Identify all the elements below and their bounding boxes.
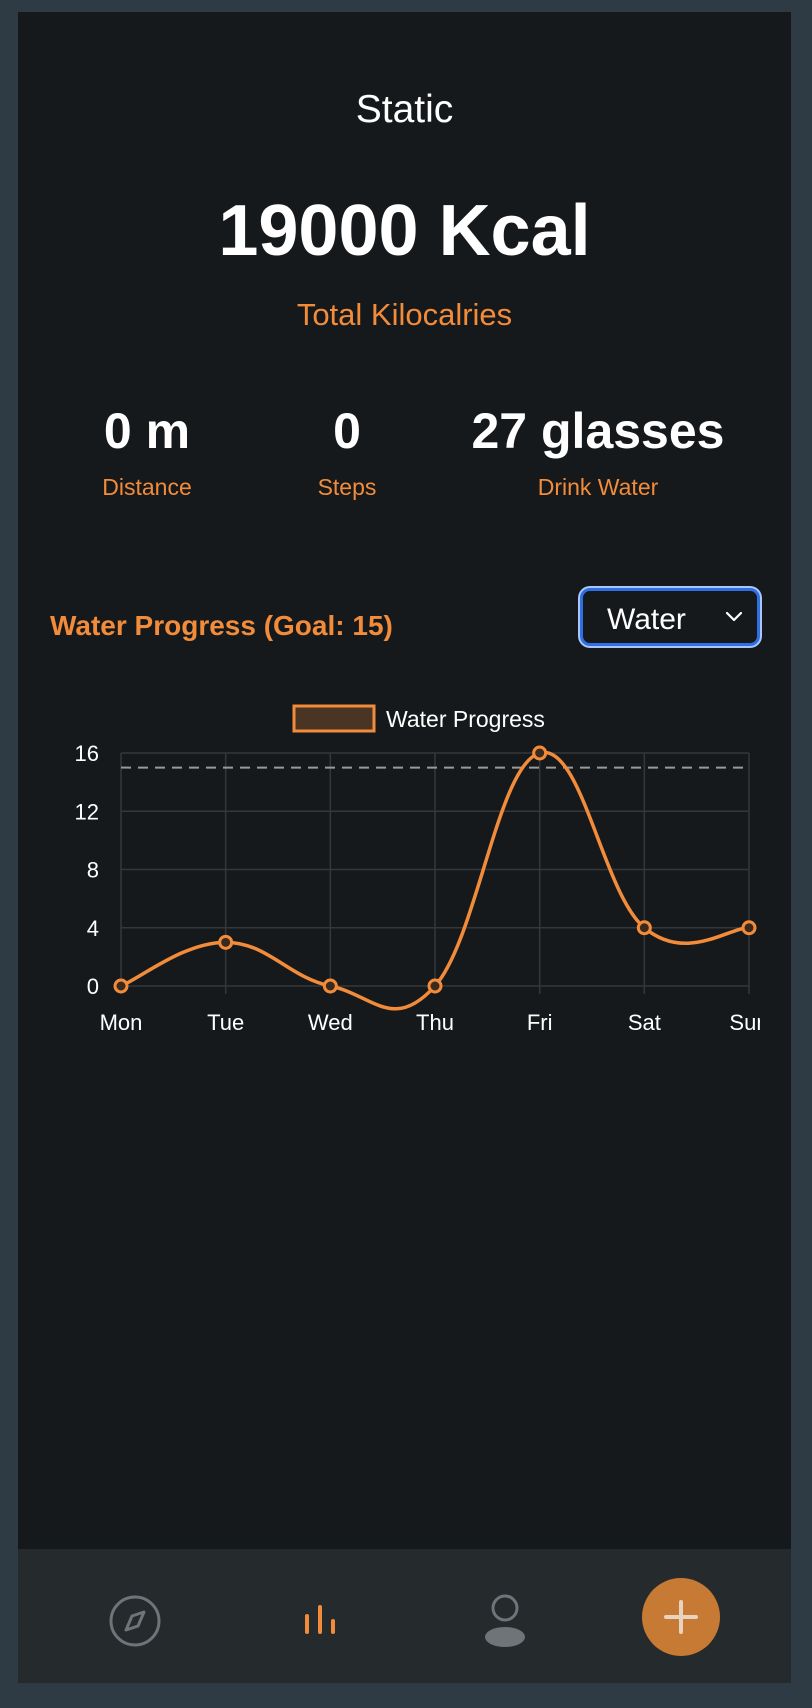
page-title: Static: [355, 88, 454, 131]
total-kcal-value: 19000 Kcal: [218, 191, 591, 271]
compass-icon: [109, 1595, 161, 1647]
stat-drink-water-label: Drink Water: [537, 474, 659, 500]
bar-chart-icon: [305, 1605, 335, 1634]
stat-steps-label: Steps: [317, 474, 377, 500]
metric-select-value: Water: [607, 603, 686, 636]
y-tick-label: 16: [75, 741, 99, 766]
metric-select[interactable]: Water: [580, 588, 760, 646]
stat-steps-value: 0: [333, 403, 361, 459]
chevron-down-icon: [725, 611, 743, 622]
data-point: [322, 978, 338, 994]
stat-steps: 0 Steps: [260, 402, 434, 501]
data-point: [427, 978, 443, 994]
total-kcal-label: Total Kilocalries: [296, 297, 513, 332]
app-screen: Static 19000 Kcal Total Kilocalries 0 m …: [18, 12, 791, 1683]
tab-explore[interactable]: [90, 1549, 180, 1683]
x-tick-label: Fri: [527, 1010, 553, 1035]
add-button[interactable]: [642, 1578, 720, 1656]
stat-distance-value: 0 m: [103, 403, 191, 459]
data-point: [532, 745, 548, 761]
y-tick-label: 12: [75, 799, 99, 824]
stat-distance-label: Distance: [102, 474, 192, 500]
water-progress-chart: 0 4 8 12 16 Mon Tue Wed Thu Fri Sat Sun Water Progre…: [48, 667, 769, 1042]
data-point: [113, 978, 129, 994]
x-tick-label: Sun: [729, 1010, 760, 1035]
x-tick-label: Tue: [207, 1010, 244, 1035]
x-tick-label: Thu: [416, 1010, 454, 1035]
y-tick-label: 0: [87, 974, 99, 999]
stat-drink-water: 27 glasses Drink Water: [438, 402, 758, 501]
data-point: [741, 920, 757, 936]
chart-svg: 0 4 8 12 16 Mon Tue Wed Thu Fri Sat Sun Water Progre…: [75, 704, 769, 1035]
progress-title: Water Progress (Goal: 15): [50, 610, 393, 641]
tab-stats[interactable]: [273, 1549, 363, 1683]
y-tick-label: 8: [87, 858, 99, 883]
x-tick-label: Sat: [628, 1010, 661, 1035]
legend-label: Water Progress: [386, 706, 545, 732]
legend-swatch: [292, 704, 376, 733]
x-tick-label: Mon: [100, 1010, 143, 1035]
tab-profile[interactable]: [460, 1549, 550, 1683]
data-point: [218, 934, 234, 950]
x-tick-label: Wed: [308, 1010, 353, 1035]
bottom-tab-bar: [18, 1549, 791, 1683]
plus-icon: [664, 1600, 698, 1634]
person-icon: [485, 1594, 525, 1647]
stat-drink-water-value: 27 glasses: [471, 403, 725, 459]
stat-distance: 0 m Distance: [60, 402, 234, 501]
y-tick-label: 4: [87, 916, 99, 941]
data-point: [636, 920, 652, 936]
